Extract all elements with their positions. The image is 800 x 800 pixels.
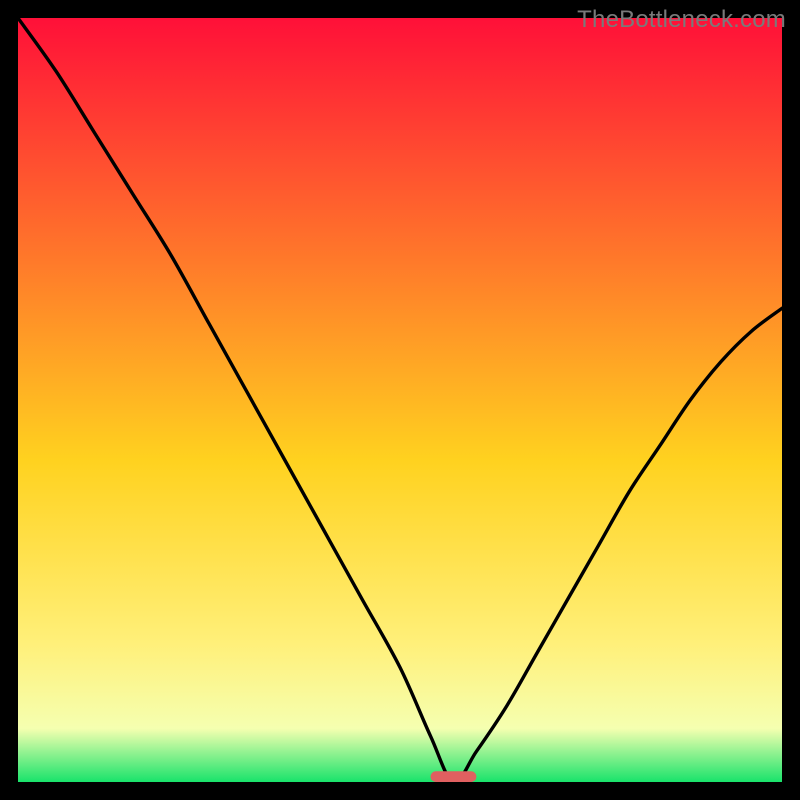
plot-area [18,18,782,782]
watermark-text: TheBottleneck.com [577,6,786,34]
optimum-marker [431,771,477,782]
chart-frame: TheBottleneck.com [0,0,800,800]
chart-svg [18,18,782,782]
